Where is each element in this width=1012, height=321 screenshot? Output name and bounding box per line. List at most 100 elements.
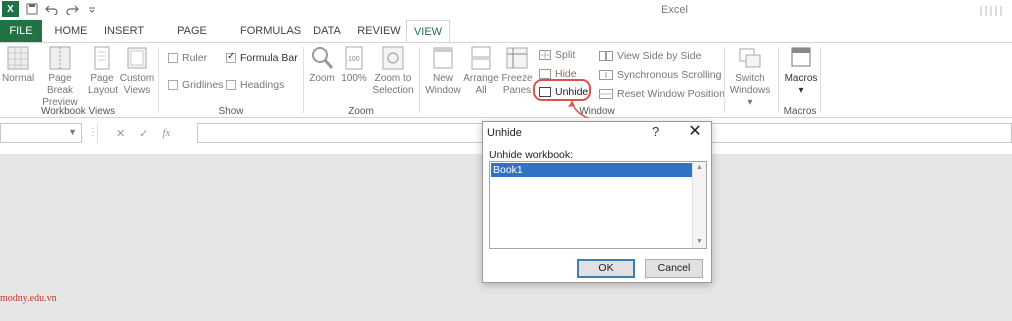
app-title: Excel	[661, 4, 688, 16]
redo-icon[interactable]	[65, 2, 79, 16]
ruler-checkbox[interactable]: Ruler	[168, 52, 207, 64]
quick-access-toolbar: X	[2, 1, 99, 17]
formula-bar-check-icon[interactable]	[226, 51, 236, 63]
split-label: Split	[555, 49, 576, 61]
ruler-check-icon[interactable]	[168, 53, 178, 63]
headings-checkbox[interactable]: Headings	[226, 79, 284, 91]
group-separator	[158, 47, 159, 113]
workbook-list[interactable]: Book1 ▲ ▼	[489, 161, 707, 249]
tab-formulas[interactable]: FORMULAS	[240, 20, 301, 42]
custom-views-label-1: Custom	[119, 73, 155, 84]
scroll-up-icon[interactable]: ▲	[693, 162, 706, 174]
group-label-macros: Macros	[783, 106, 817, 117]
macros-button[interactable]: Macros ▾	[782, 45, 820, 97]
freeze-panes-button[interactable]: Freeze Panes	[501, 45, 533, 97]
custom-views-button[interactable]: Custom Views	[119, 45, 155, 97]
chevron-down-icon: ▾	[747, 97, 753, 108]
title-bar: X Excel	[0, 0, 1012, 20]
zoom-button[interactable]: Zoom	[307, 45, 337, 85]
new-window-label-2: Window	[425, 85, 461, 96]
tab-view[interactable]: VIEW	[406, 20, 450, 43]
ruler-label: Ruler	[182, 52, 208, 64]
group-separator	[820, 47, 821, 113]
ok-button[interactable]: OK	[577, 259, 635, 278]
chevron-down-icon[interactable]: ▼	[68, 127, 77, 137]
undo-icon[interactable]	[45, 2, 59, 16]
page-break-icon	[48, 45, 72, 71]
side-by-side-label: View Side by Side	[617, 50, 702, 62]
page-layout-button[interactable]: Page Layout	[88, 45, 119, 97]
headings-check-icon[interactable]	[226, 80, 236, 90]
custom-views-icon	[125, 45, 149, 71]
unhide-dialog: Unhide ? ✕ Unhide workbook: Book1 ▲ ▼ OK…	[482, 121, 712, 283]
gridlines-checkbox[interactable]: Gridlines	[168, 79, 223, 91]
reset-window-position-button[interactable]: Reset Window Position	[599, 88, 725, 100]
zoom-selection-label-1: Zoom to	[374, 73, 412, 84]
zoom-label: Zoom	[309, 73, 335, 84]
page-layout-label-1: Page	[90, 73, 114, 84]
zoom-100-button[interactable]: 100 100%	[341, 45, 367, 85]
gridlines-check-icon[interactable]	[168, 80, 178, 90]
tab-data[interactable]: DATA	[312, 20, 342, 42]
zoom-to-selection-button[interactable]: Zoom to Selection	[371, 45, 415, 97]
enter-icon[interactable]: ✓	[139, 127, 148, 140]
insert-function-icon[interactable]: fx	[162, 127, 170, 139]
normal-button[interactable]: Normal	[2, 45, 34, 85]
list-scrollbar[interactable]: ▲ ▼	[692, 162, 706, 248]
new-window-icon	[431, 45, 455, 71]
new-window-button[interactable]: New Window	[423, 45, 463, 97]
customize-qat-icon[interactable]	[85, 2, 99, 16]
group-label-workbook-views: Workbook Views	[40, 106, 116, 117]
switch-windows-label-1: Switch	[735, 73, 765, 84]
group-separator	[419, 47, 420, 113]
switch-windows-button[interactable]: Switch Windows ▾	[727, 45, 773, 109]
save-icon[interactable]	[25, 2, 39, 16]
group-label-show: Show	[218, 106, 244, 117]
side-by-side-icon	[599, 51, 613, 61]
macros-icon	[789, 45, 813, 71]
list-item[interactable]: Book1	[491, 163, 693, 177]
tab-insert[interactable]: INSERT	[104, 20, 144, 42]
page-layout-label-2: Layout	[88, 85, 119, 96]
switch-windows-icon	[738, 45, 762, 71]
new-window-label-1: New	[432, 73, 453, 84]
formula-controls: ✕ ✓ fx	[97, 123, 197, 143]
ribbon-tabs: FILE HOME INSERT PAGE LAYOUT FORMULAS DA…	[0, 20, 1012, 59]
group-separator	[724, 47, 725, 113]
cancel-icon[interactable]: ✕	[116, 127, 125, 140]
zoom-100-icon: 100	[342, 45, 366, 71]
page-break-label-1: Page Break	[46, 73, 74, 96]
group-show: Ruler Formula Bar Gridlines Headings Sho…	[160, 43, 302, 119]
switch-windows-label-2: Windows	[729, 85, 771, 96]
name-box[interactable]: ▼	[0, 123, 82, 143]
page-layout-icon	[90, 45, 114, 71]
close-icon[interactable]: ✕	[683, 122, 707, 142]
formula-bar-checkbox[interactable]: Formula Bar	[226, 51, 298, 64]
arrange-all-button[interactable]: Arrange All	[463, 45, 499, 97]
page-break-preview-button[interactable]: Page Break Preview	[36, 45, 84, 109]
svg-text:100: 100	[348, 56, 360, 63]
tab-review[interactable]: REVIEW	[357, 20, 401, 42]
cancel-button[interactable]: Cancel	[645, 259, 703, 278]
tab-file[interactable]: FILE	[0, 20, 42, 42]
group-macros: Macros ▾ Macros	[780, 43, 820, 119]
synchronous-scrolling-button[interactable]: Synchronous Scrolling	[599, 69, 721, 81]
gridlines-label: Gridlines	[182, 79, 224, 91]
zoom-selection-label-2: Selection	[372, 85, 414, 96]
tab-home[interactable]: HOME	[52, 20, 90, 42]
scroll-down-icon[interactable]: ▼	[693, 236, 706, 248]
help-icon[interactable]: ?	[652, 124, 659, 139]
split-button[interactable]: Split	[539, 49, 575, 61]
split-icon	[539, 50, 551, 60]
formula-bar-label: Formula Bar	[240, 52, 298, 64]
group-label-zoom: Zoom	[348, 106, 374, 117]
view-side-by-side-button[interactable]: View Side by Side	[599, 50, 701, 62]
custom-views-label-2: Views	[123, 85, 151, 96]
zoom-100-label: 100%	[341, 73, 367, 84]
group-workbook-views: Normal Page Break Preview Page Layout Cu…	[0, 43, 156, 119]
window-controls-icon[interactable]	[978, 4, 1004, 18]
tab-page-layout[interactable]: PAGE LAYOUT	[156, 20, 228, 59]
zoom-selection-icon	[381, 45, 405, 71]
ribbon: Normal Page Break Preview Page Layout Cu…	[0, 42, 1012, 118]
macros-label: Macros	[784, 73, 818, 84]
